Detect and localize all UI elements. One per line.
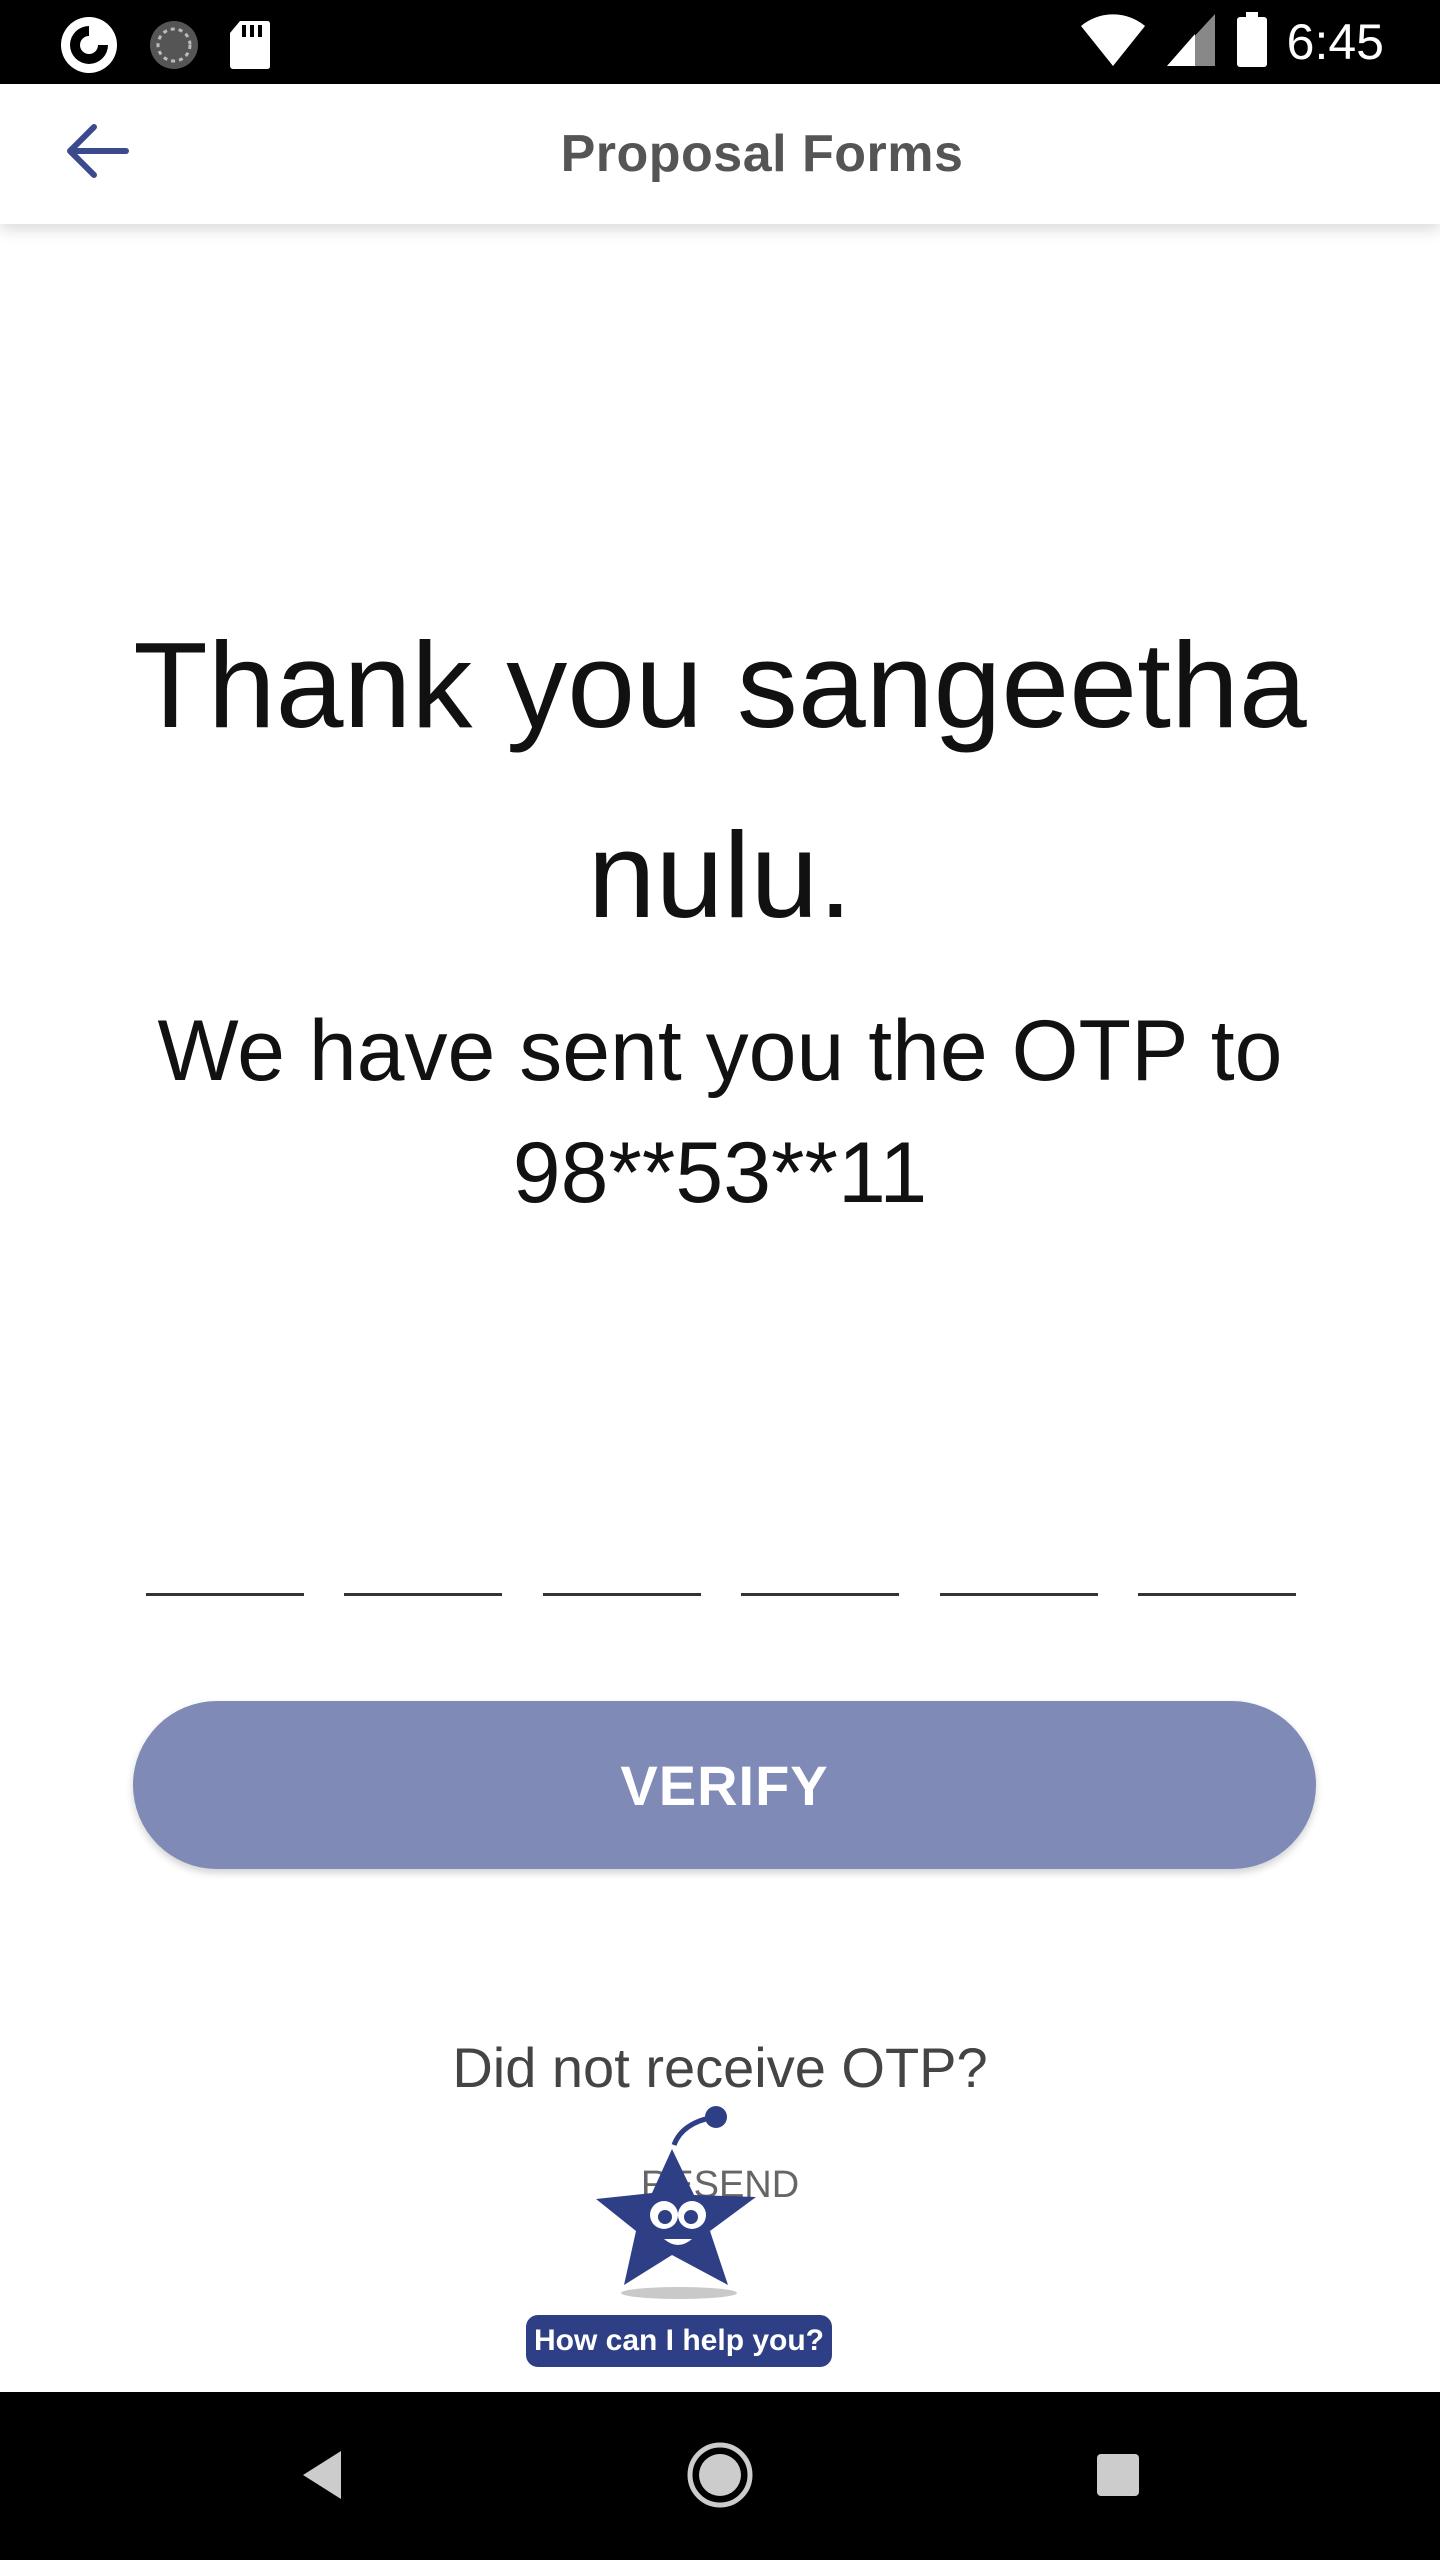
otp-input-group xyxy=(146,1500,1296,1600)
nav-back-button[interactable] xyxy=(277,2432,367,2522)
otp-digit-6[interactable] xyxy=(1137,1500,1296,1596)
page-title: Proposal Forms xyxy=(560,125,964,183)
app-notification-icon xyxy=(58,14,120,81)
back-button[interactable] xyxy=(52,108,142,198)
thank-you-heading: Thank you sangeetha nulu. xyxy=(80,590,1360,970)
sync-icon xyxy=(146,17,202,78)
chatbot-help-label[interactable]: How can I help you? xyxy=(526,2315,832,2367)
back-triangle-icon xyxy=(297,2447,347,2508)
otp-digit-5[interactable] xyxy=(939,1500,1098,1596)
sd-card-icon xyxy=(228,19,272,76)
wifi-icon xyxy=(1079,12,1147,73)
recents-square-icon xyxy=(1095,2452,1141,2503)
thank-you-line-1: Thank you sangeetha xyxy=(133,617,1307,753)
otp-not-received-text: Did not receive OTP? xyxy=(452,2036,988,2099)
otp-sent-message: We have sent you the OTP to 98**53**11 xyxy=(120,990,1320,1234)
battery-icon xyxy=(1235,11,1269,74)
otp-digit-4[interactable] xyxy=(741,1500,900,1596)
nav-home-button[interactable] xyxy=(675,2432,765,2522)
otp-verification-screen: 6:45 Proposal Forms Thank you sangeetha … xyxy=(0,0,1440,2560)
arrow-left-icon xyxy=(64,121,130,186)
chatbot-widget[interactable]: How can I help you? xyxy=(524,2105,834,2367)
otp-message-line-1: We have sent you the OTP to xyxy=(157,1003,1283,1099)
otp-digit-3[interactable] xyxy=(542,1500,701,1596)
system-nav-bar xyxy=(0,2392,1440,2560)
thank-you-line-2: nulu. xyxy=(587,807,853,943)
verify-button[interactable]: VERIFY xyxy=(133,1701,1316,1869)
masked-phone-number: 98**53**11 xyxy=(512,1125,928,1221)
status-bar: 6:45 xyxy=(0,0,1440,84)
status-time: 6:45 xyxy=(1286,14,1384,70)
cell-signal-icon xyxy=(1165,12,1217,73)
app-bar: Proposal Forms xyxy=(0,84,1440,224)
home-circle-icon xyxy=(685,2440,755,2515)
otp-digit-1[interactable] xyxy=(146,1500,304,1596)
nav-recents-button[interactable] xyxy=(1073,2432,1163,2522)
otp-digit-2[interactable] xyxy=(344,1500,503,1596)
